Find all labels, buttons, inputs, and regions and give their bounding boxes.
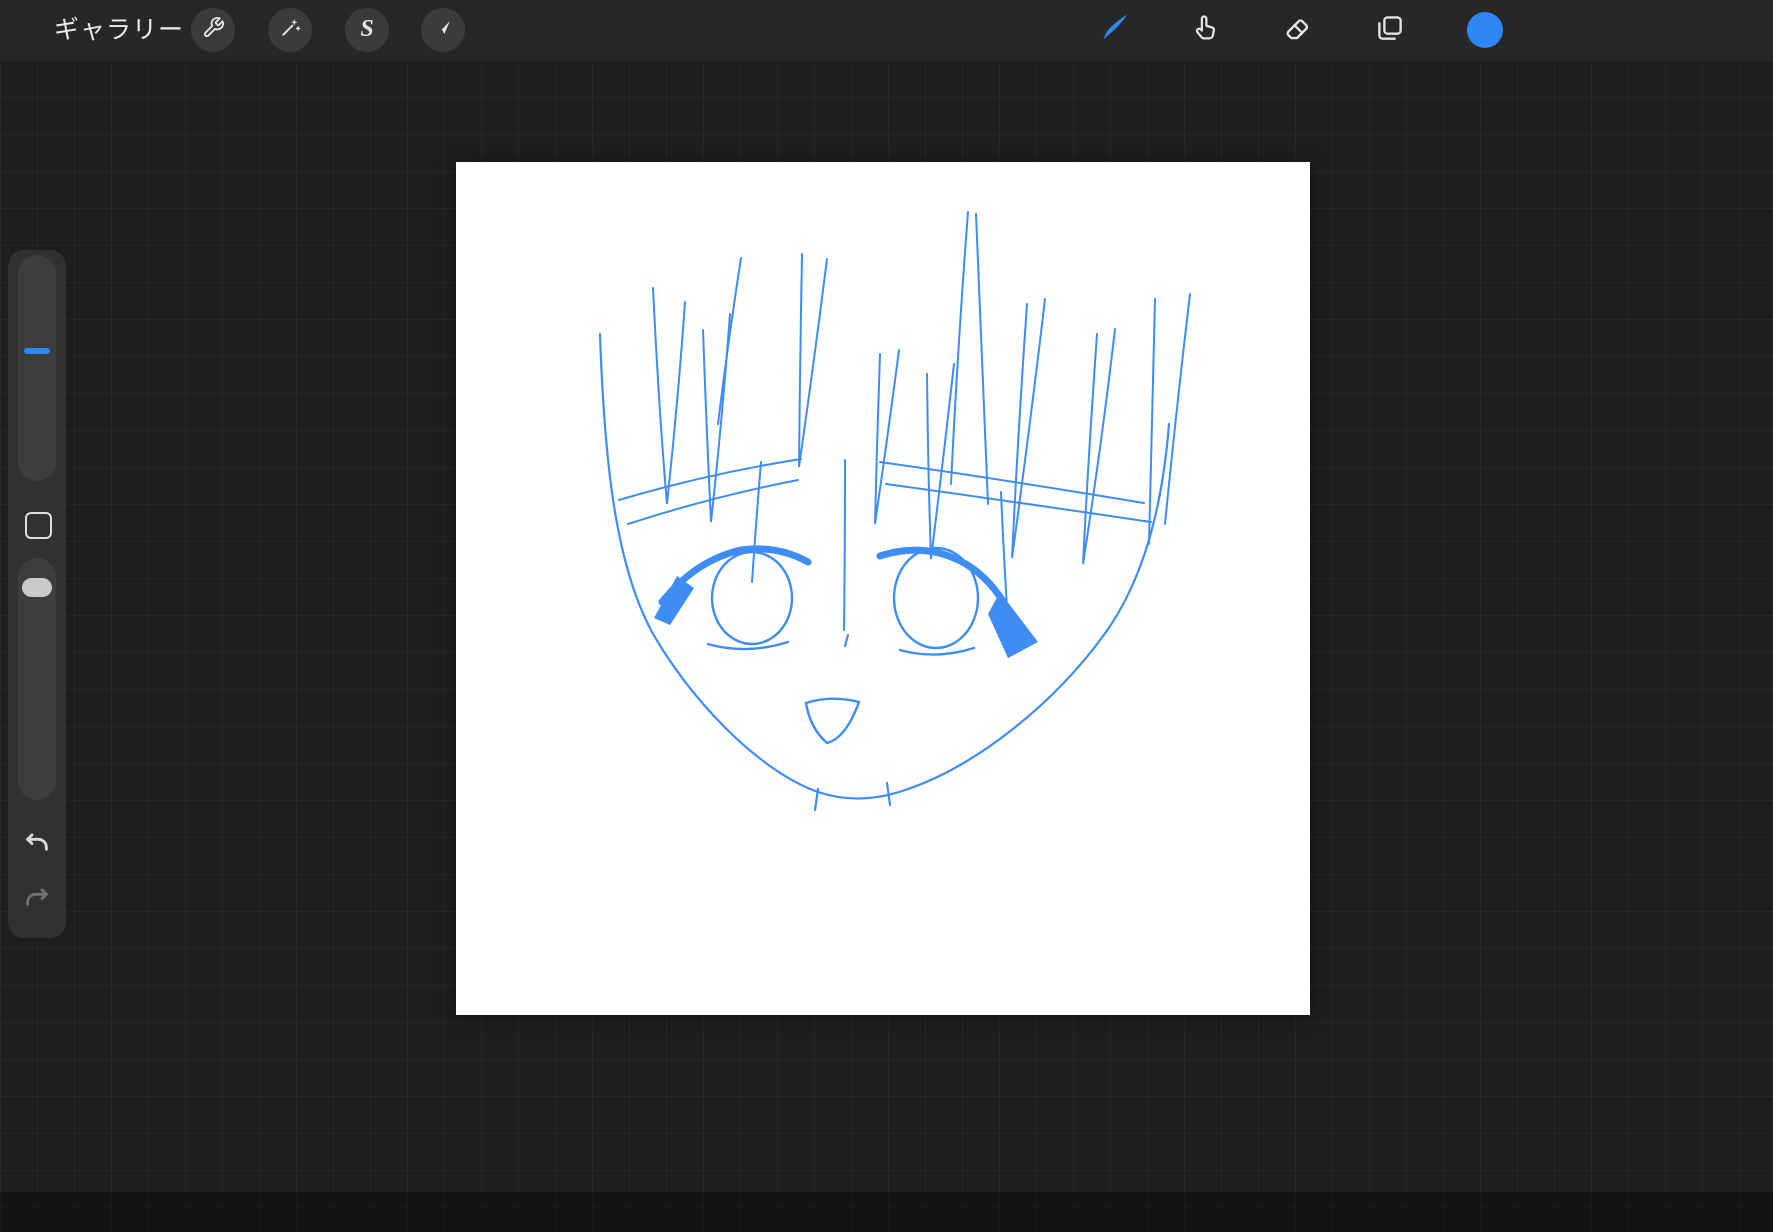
drawing-canvas[interactable] [456, 162, 1310, 1015]
adjustments-button[interactable] [268, 8, 312, 52]
selection-s-icon: S [360, 16, 374, 42]
color-swatch-button[interactable] [1467, 12, 1503, 48]
brush-icon [1099, 12, 1131, 49]
smudge-tool-button[interactable] [1183, 8, 1227, 52]
selection-button[interactable]: S [345, 8, 389, 52]
brush-size-handle[interactable] [24, 348, 50, 354]
eraser-icon [1282, 13, 1312, 48]
modify-button[interactable] [25, 512, 52, 539]
layers-button[interactable] [1368, 8, 1412, 52]
sketch-svg [598, 211, 1191, 812]
gallery-button[interactable]: ギャラリー [54, 0, 184, 60]
magic-wand-icon [279, 16, 302, 44]
transform-arrow-icon [432, 17, 454, 44]
brush-tool-button[interactable] [1093, 8, 1137, 52]
opacity-handle[interactable] [22, 578, 52, 597]
opacity-slider[interactable] [18, 558, 56, 800]
brush-size-slider[interactable] [18, 255, 56, 481]
redo-icon [22, 888, 52, 917]
smudge-icon [1190, 13, 1220, 48]
transform-button[interactable] [421, 8, 465, 52]
undo-button[interactable] [22, 828, 52, 858]
top-toolbar: ギャラリー S [0, 0, 1773, 60]
layers-icon [1375, 13, 1405, 48]
bottom-edge-strip [0, 1192, 1773, 1232]
sidebar-panel [8, 250, 66, 938]
undo-icon [22, 833, 52, 862]
eraser-tool-button[interactable] [1275, 8, 1319, 52]
actions-button[interactable] [191, 8, 235, 52]
wrench-icon [202, 16, 225, 44]
redo-button[interactable] [22, 883, 52, 913]
